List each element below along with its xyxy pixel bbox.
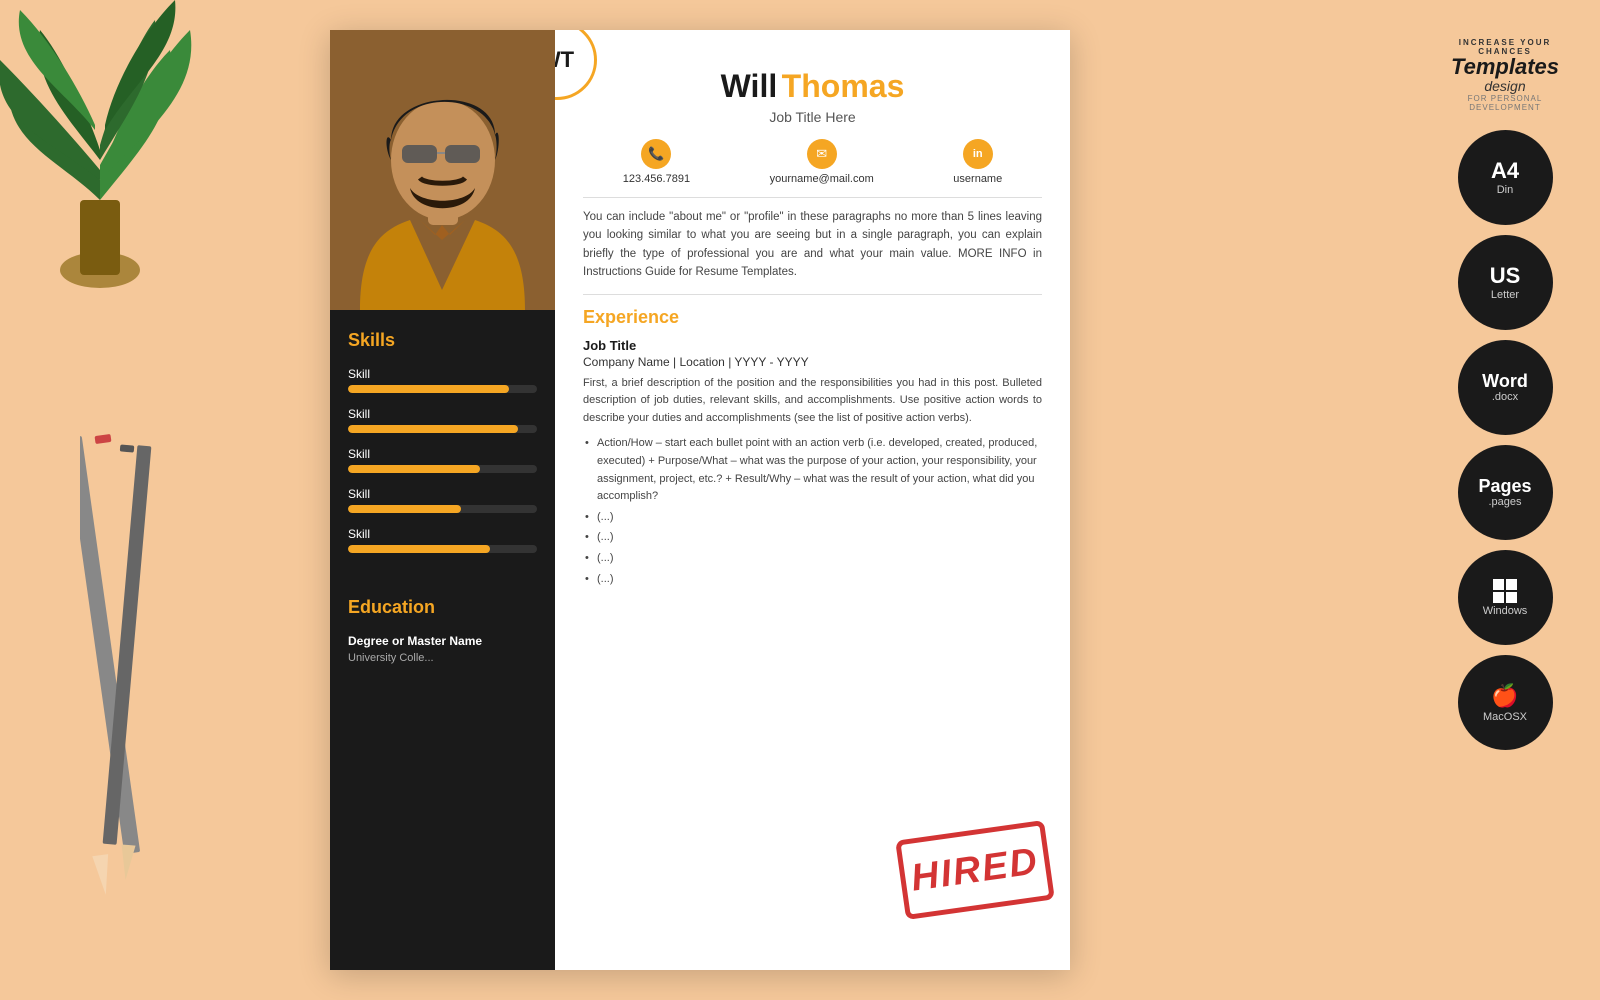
logo-sub: design bbox=[1484, 78, 1525, 94]
badge-pages-main: Pages bbox=[1478, 477, 1531, 497]
email-icon: ✉ bbox=[807, 139, 837, 169]
name-row: Will Thomas bbox=[583, 68, 1042, 105]
contact-linkedin: in username bbox=[953, 139, 1002, 185]
skill-bar-fill-1 bbox=[348, 385, 509, 393]
apple-icon: 🍎 bbox=[1491, 683, 1518, 709]
bg-plant bbox=[0, 0, 280, 300]
skill-item-1: Skill bbox=[348, 367, 537, 393]
badge-us-sub: Letter bbox=[1491, 289, 1519, 301]
skill-label-2: Skill bbox=[348, 407, 537, 421]
skill-bar-bg-5 bbox=[348, 545, 537, 553]
main-content: WT Will Thomas Job Title Here 📞 123.456.… bbox=[555, 30, 1070, 970]
skill-bar-bg-3 bbox=[348, 465, 537, 473]
contact-email: ✉ yourname@mail.com bbox=[770, 139, 874, 185]
badge-pages-sub: .pages bbox=[1488, 496, 1521, 508]
skill-bar-fill-5 bbox=[348, 545, 490, 553]
logo-brand: Templates bbox=[1451, 56, 1559, 78]
skill-bar-bg-2 bbox=[348, 425, 537, 433]
skill-bar-bg-1 bbox=[348, 385, 537, 393]
badge-a4-main: A4 bbox=[1491, 159, 1519, 183]
skill-bar-fill-3 bbox=[348, 465, 480, 473]
sidebar-skills-section: Skills Skill Skill Skill Skill bbox=[330, 310, 555, 587]
skill-item-5: Skill bbox=[348, 527, 537, 553]
badge-us-main: US bbox=[1490, 264, 1521, 288]
badge-word-sub: .docx bbox=[1492, 391, 1518, 403]
badge-word[interactable]: Word .docx bbox=[1458, 340, 1553, 435]
skill-bar-fill-2 bbox=[348, 425, 518, 433]
badge-us[interactable]: US Letter bbox=[1458, 235, 1553, 330]
exp-job-title: Job Title bbox=[583, 338, 1042, 353]
badge-word-main: Word bbox=[1482, 372, 1528, 392]
experience-title: Experience bbox=[583, 307, 1042, 328]
phone-icon: 📞 bbox=[641, 139, 671, 169]
templates-logo: INCREASE YOUR CHANCES Templates design F… bbox=[1440, 30, 1570, 120]
bullet-4: (...) bbox=[583, 550, 1042, 568]
skill-bar-bg-4 bbox=[348, 505, 537, 513]
badge-windows-label: Windows bbox=[1483, 605, 1528, 617]
skill-label-1: Skill bbox=[348, 367, 537, 381]
badge-pages[interactable]: Pages .pages bbox=[1458, 445, 1553, 540]
skill-label-3: Skill bbox=[348, 447, 537, 461]
badge-a4-sub: Din bbox=[1497, 184, 1514, 196]
last-name: Thomas bbox=[782, 68, 905, 104]
linkedin-icon: in bbox=[963, 139, 993, 169]
resume-card: Skills Skill Skill Skill Skill bbox=[330, 30, 1070, 970]
education-university: University Colle... bbox=[348, 652, 537, 664]
skill-item-4: Skill bbox=[348, 487, 537, 513]
badge-windows[interactable]: Windows bbox=[1458, 550, 1553, 645]
phone-text: 123.456.7891 bbox=[623, 173, 690, 185]
contact-phone: 📞 123.456.7891 bbox=[623, 139, 690, 185]
skills-title: Skills bbox=[348, 330, 537, 351]
windows-icon bbox=[1493, 579, 1517, 603]
bullet-5: (...) bbox=[583, 571, 1042, 589]
contact-row: 📞 123.456.7891 ✉ yourname@mail.com in us… bbox=[583, 139, 1042, 198]
skill-item-2: Skill bbox=[348, 407, 537, 433]
first-name: Will bbox=[721, 68, 778, 104]
skill-item-3: Skill bbox=[348, 447, 537, 473]
bullet-2: (...) bbox=[583, 509, 1042, 527]
badge-macosx[interactable]: 🍎 MacOSX bbox=[1458, 655, 1553, 750]
linkedin-text: username bbox=[953, 173, 1002, 185]
education-title: Education bbox=[348, 597, 537, 618]
logo-bottom: FOR PERSONAL DEVELOPMENT bbox=[1440, 94, 1570, 112]
skill-label-4: Skill bbox=[348, 487, 537, 501]
bullet-3: (...) bbox=[583, 529, 1042, 547]
skill-label-5: Skill bbox=[348, 527, 537, 541]
email-text: yourname@mail.com bbox=[770, 173, 874, 185]
badge-a4[interactable]: A4 Din bbox=[1458, 130, 1553, 225]
hired-stamp: HIRED bbox=[895, 820, 1055, 920]
experience-section: Experience Job Title Company Name | Loca… bbox=[583, 307, 1042, 589]
pencil-container bbox=[80, 415, 160, 920]
sidebar-photo bbox=[330, 30, 555, 310]
job-title: Job Title Here bbox=[583, 109, 1042, 125]
right-panel: INCREASE YOUR CHANCES Templates design F… bbox=[1440, 30, 1570, 750]
about-text: You can include "about me" or "profile" … bbox=[583, 208, 1042, 295]
sidebar-education-section: Education Degree or Master Name Universi… bbox=[330, 587, 555, 674]
bullet-1: Action/How – start each bullet point wit… bbox=[583, 435, 1042, 505]
education-degree: Degree or Master Name bbox=[348, 634, 537, 648]
exp-company: Company Name | Location | YYYY - YYYY bbox=[583, 355, 1042, 369]
badge-macosx-label: MacOSX bbox=[1483, 711, 1527, 723]
sidebar: Skills Skill Skill Skill Skill bbox=[330, 30, 555, 970]
hired-text: HIRED bbox=[909, 840, 1042, 900]
exp-description: First, a brief description of the positi… bbox=[583, 375, 1042, 428]
skill-bar-fill-4 bbox=[348, 505, 461, 513]
